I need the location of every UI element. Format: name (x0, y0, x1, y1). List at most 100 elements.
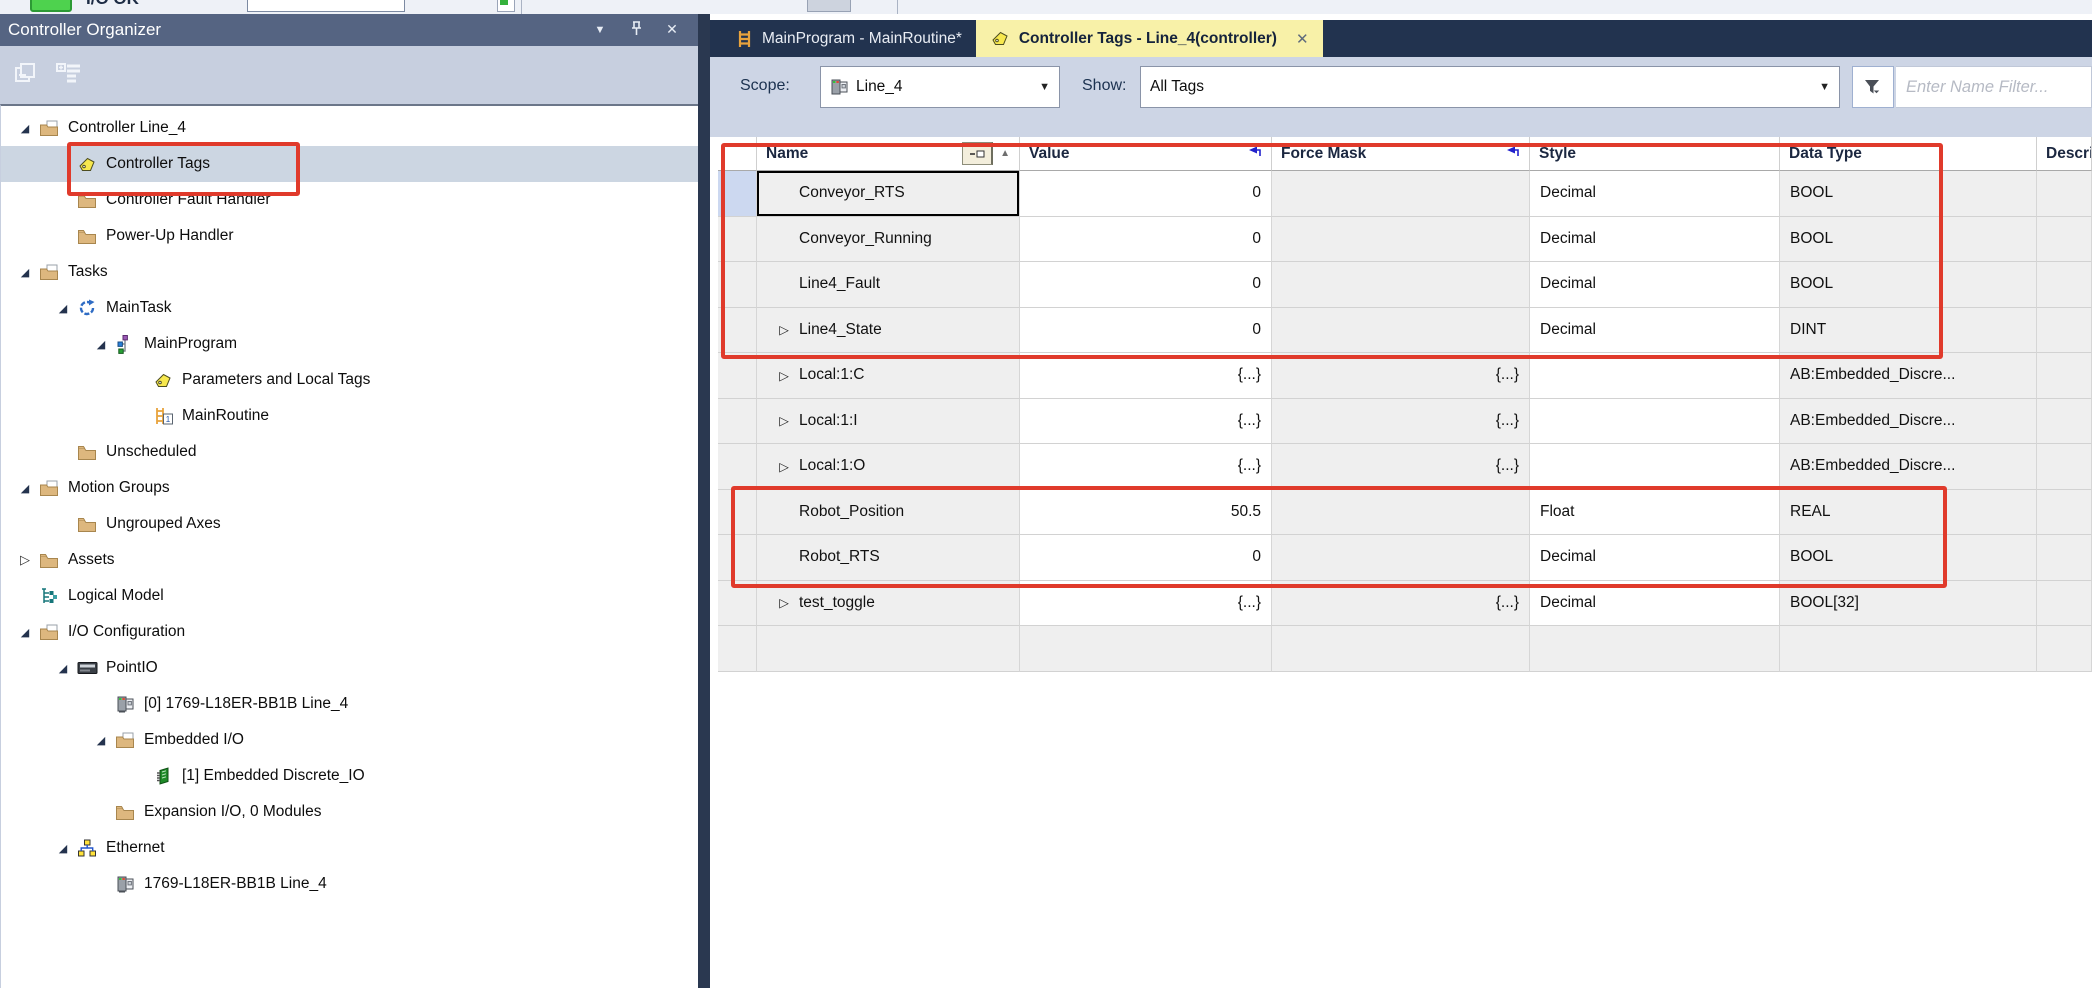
tree-expanded-arrow-icon[interactable]: ◢ (51, 842, 75, 855)
style-cell[interactable]: Float (1530, 490, 1780, 536)
description-cell[interactable] (2037, 444, 2092, 490)
column-header-description[interactable]: Description (2037, 137, 2092, 171)
expand-tag-icon[interactable]: ▷ (769, 459, 799, 474)
style-cell[interactable]: Decimal (1530, 171, 1780, 217)
style-cell[interactable]: Decimal (1530, 308, 1780, 354)
row-selector-cell[interactable] (718, 262, 757, 308)
row-selector-cell[interactable] (718, 581, 757, 627)
data-type-cell[interactable]: BOOL (1780, 535, 2037, 581)
force-mask-cell[interactable] (1272, 308, 1530, 354)
force-mask-cell[interactable]: {...} (1272, 399, 1530, 445)
data-type-cell[interactable]: BOOL[32] (1780, 581, 2037, 627)
name-cell[interactable]: Robot_Position (757, 490, 1020, 536)
force-mask-cell[interactable] (1272, 535, 1530, 581)
description-cell[interactable] (2037, 535, 2092, 581)
tree-item-motion-groups[interactable]: ◢Motion Groups (1, 470, 698, 506)
force-mask-cell[interactable] (1272, 262, 1530, 308)
tree-item-i-o-configuration[interactable]: ◢I/O Configuration (1, 614, 698, 650)
tree-item-mainprogram[interactable]: ◢MainProgram (1, 326, 698, 362)
style-cell[interactable] (1530, 399, 1780, 445)
clipped-combobox[interactable] (247, 0, 405, 12)
expand-tag-icon[interactable]: ▷ (769, 368, 799, 383)
tree-item-assets[interactable]: ▷Assets (1, 542, 698, 578)
close-panel-icon[interactable]: ✕ (654, 21, 690, 38)
row-selector-cell[interactable] (718, 399, 757, 445)
tree-expanded-arrow-icon[interactable]: ◢ (51, 662, 75, 675)
tree-item-controller-line-4[interactable]: ◢Controller Line_4 (1, 110, 698, 146)
description-cell[interactable] (2037, 171, 2092, 217)
style-cell[interactable]: Decimal (1530, 535, 1780, 581)
force-mask-cell[interactable] (1272, 171, 1530, 217)
tree-item-unscheduled[interactable]: Unscheduled (1, 434, 698, 470)
data-type-cell[interactable]: REAL (1780, 490, 2037, 536)
tree-item-controller-tags[interactable]: Controller Tags (1, 146, 698, 182)
force-mask-cell[interactable]: {...} (1272, 581, 1530, 627)
value-cell[interactable]: 50.5 (1020, 490, 1272, 536)
name-cell[interactable]: Conveyor_RTS (757, 171, 1020, 217)
tree-collapsed-arrow-icon[interactable]: ▷ (13, 552, 37, 568)
tree-expanded-arrow-icon[interactable]: ◢ (51, 302, 75, 315)
style-cell[interactable]: Decimal (1530, 581, 1780, 627)
tree-expanded-arrow-icon[interactable]: ◢ (89, 734, 113, 747)
value-cell[interactable]: {...} (1020, 399, 1272, 445)
tree-item-power-up-handler[interactable]: Power-Up Handler (1, 218, 698, 254)
column-header-name[interactable]: Name▲ (757, 137, 1020, 171)
description-cell[interactable] (2037, 217, 2092, 263)
expand-tag-icon[interactable]: ▷ (769, 322, 799, 337)
value-cell[interactable]: 0 (1020, 217, 1272, 263)
tree-item-maintask[interactable]: ◢MainTask (1, 290, 698, 326)
description-cell[interactable] (2037, 353, 2092, 399)
tree-item-0-1769-l18er-bb1b-line-4[interactable]: [0] 1769-L18ER-BB1B Line_4 (1, 686, 698, 722)
data-type-cell[interactable]: BOOL (1780, 217, 2037, 263)
tree-item-parameters-and-local-tags[interactable]: Parameters and Local Tags (1, 362, 698, 398)
column-header-force-mask[interactable]: Force Mask (1272, 137, 1530, 171)
tree-expanded-arrow-icon[interactable]: ◢ (13, 482, 37, 495)
tree-expanded-arrow-icon[interactable]: ◢ (89, 338, 113, 351)
data-type-cell[interactable]: AB:Embedded_Discre... (1780, 399, 2037, 445)
tab-mainprogram-mainroutine[interactable]: MainProgram - MainRoutine* (722, 20, 976, 57)
panel-splitter[interactable] (698, 14, 710, 988)
force-mask-cell[interactable]: {...} (1272, 444, 1530, 490)
data-type-cell[interactable]: DINT (1780, 308, 2037, 354)
tree-item-tasks[interactable]: ◢Tasks (1, 254, 698, 290)
name-cell[interactable]: ▷Line4_State (757, 308, 1020, 354)
row-selector-cell[interactable] (718, 535, 757, 581)
expand-tag-icon[interactable]: ▷ (769, 595, 799, 610)
tree-item-pointio[interactable]: ◢PointIO (1, 650, 698, 686)
style-cell[interactable]: Decimal (1530, 217, 1780, 263)
style-cell[interactable] (1530, 353, 1780, 399)
force-mask-cell[interactable] (1272, 490, 1530, 536)
sort-ascending-icon[interactable]: ▲ (1000, 148, 1010, 159)
name-cell[interactable]: ▷Local:1:C (757, 353, 1020, 399)
tree-expanded-arrow-icon[interactable]: ◢ (13, 626, 37, 639)
column-header-value[interactable]: Value (1020, 137, 1272, 171)
row-selector-cell[interactable] (718, 353, 757, 399)
tree-item-1-embedded-discrete-io[interactable]: [1] Embedded Discrete_IO (1, 758, 698, 794)
tree-expanded-arrow-icon[interactable]: ◢ (13, 266, 37, 279)
tree-item-logical-model[interactable]: Logical Model (1, 578, 698, 614)
description-cell[interactable] (2037, 490, 2092, 536)
description-cell[interactable] (2037, 399, 2092, 445)
name-display-options-button[interactable] (962, 142, 993, 165)
show-combobox[interactable]: All Tags ▼ (1140, 66, 1840, 108)
column-header-style[interactable]: Style (1530, 137, 1780, 171)
name-cell[interactable]: Conveyor_Running (757, 217, 1020, 263)
force-mask-cell[interactable] (1272, 217, 1530, 263)
value-cell[interactable]: 0 (1020, 262, 1272, 308)
row-selector-cell[interactable] (718, 444, 757, 490)
tree-item-expansion-i-o-0-modules[interactable]: Expansion I/O, 0 Modules (1, 794, 698, 830)
name-cell[interactable]: ▷Local:1:I (757, 399, 1020, 445)
value-cell[interactable]: {...} (1020, 581, 1272, 627)
description-cell[interactable] (2037, 581, 2092, 627)
tree-item-mainroutine[interactable]: 1MainRoutine (1, 398, 698, 434)
data-type-cell[interactable]: BOOL (1780, 262, 2037, 308)
row-selector-cell[interactable] (718, 490, 757, 536)
collapse-all-icon[interactable] (12, 60, 38, 91)
tree-item-ungrouped-axes[interactable]: Ungrouped Axes (1, 506, 698, 542)
tree-item-1769-l18er-bb1b-line-4[interactable]: 1769-L18ER-BB1B Line_4 (1, 866, 698, 902)
value-cell[interactable]: {...} (1020, 353, 1272, 399)
data-type-cell[interactable]: BOOL (1780, 171, 2037, 217)
new-tag-row[interactable] (718, 626, 2092, 672)
filter-button[interactable] (1852, 66, 1894, 108)
force-mask-cell[interactable]: {...} (1272, 353, 1530, 399)
